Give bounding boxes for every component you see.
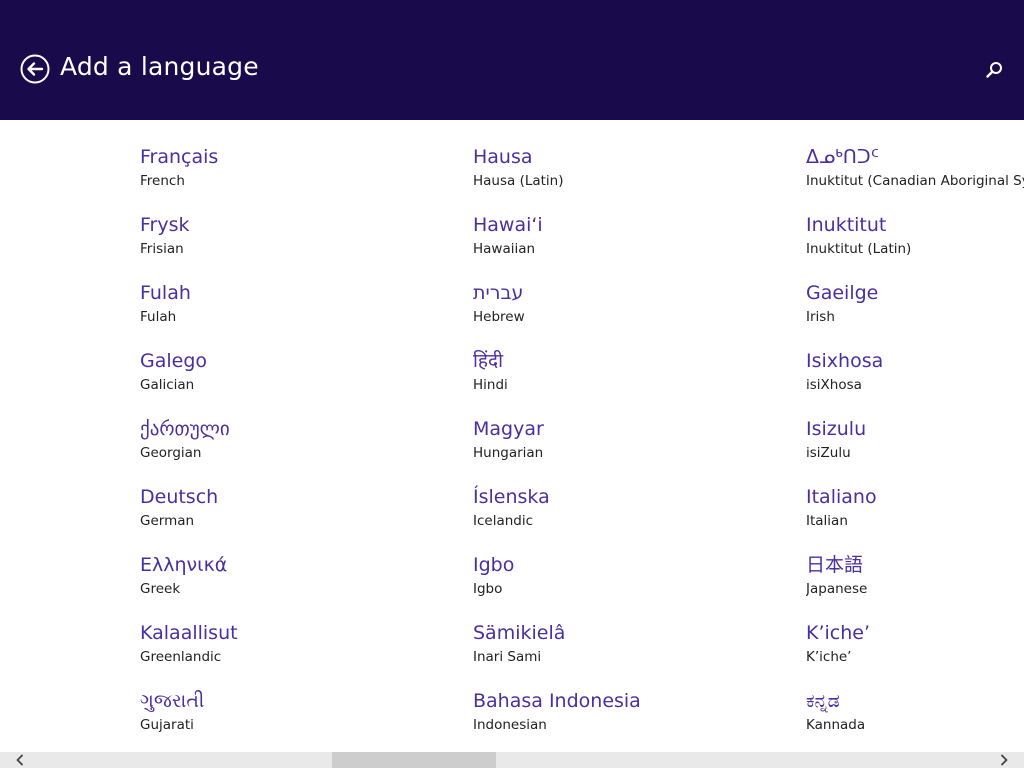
language-english-name: Igbo [473, 581, 503, 597]
language-native-name: Ελληνικά [140, 554, 228, 576]
language-tile[interactable]: हिंदी Hindi [473, 349, 793, 417]
language-english-name: Frisian [140, 241, 184, 257]
language-english-name: Japanese [806, 581, 868, 597]
language-native-name: Kalaallisut [140, 622, 238, 644]
scroll-left-button[interactable] [10, 752, 30, 768]
back-arrow-icon [20, 54, 50, 84]
chevron-left-icon [16, 754, 23, 766]
search-icon [986, 62, 1002, 78]
language-tile[interactable]: Magyar Hungarian [473, 417, 793, 485]
language-tile[interactable]: Inuktitut Inuktitut (Latin) [806, 213, 1024, 281]
language-native-name: Íslenska [473, 486, 550, 508]
language-native-name: Hausa [473, 146, 533, 168]
language-native-name: Isizulu [806, 418, 867, 440]
language-tile[interactable]: Hausa Hausa (Latin) [473, 145, 793, 213]
language-tile[interactable]: ქართული Georgian [140, 417, 460, 485]
language-tile[interactable]: Isixhosa isiXhosa [806, 349, 1024, 417]
app-header: Add a language [0, 0, 1024, 120]
language-tile[interactable]: Galego Galician [140, 349, 460, 417]
language-native-name: Sämikielâ [473, 622, 566, 644]
language-tile[interactable]: עברית Hebrew [473, 281, 793, 349]
page-title: Add a language [60, 52, 259, 81]
language-native-name: Français [140, 146, 219, 168]
language-tile[interactable]: Hawaiʻi Hawaiian [473, 213, 793, 281]
language-tile[interactable]: Français French [140, 145, 460, 213]
language-english-name: Irish [806, 309, 835, 325]
language-english-name: Hausa (Latin) [473, 173, 564, 189]
language-native-name: हिंदी [473, 350, 504, 372]
scroll-right-button[interactable] [994, 752, 1014, 768]
language-tile[interactable]: ગુજરાતી Gujarati [140, 689, 460, 752]
language-native-name: ગુજરાતી [140, 690, 205, 712]
language-tile[interactable]: Íslenska Icelandic [473, 485, 793, 553]
language-english-name: Galician [140, 377, 195, 393]
language-tile[interactable]: Frysk Frisian [140, 213, 460, 281]
language-tile[interactable]: K’iche’ K’iche’ [806, 621, 1024, 689]
language-tile[interactable]: Italiano Italian [806, 485, 1024, 553]
language-english-name: Inari Sami [473, 649, 542, 665]
language-english-name: K’iche’ [806, 649, 852, 665]
language-column: ᐃᓄᒃᑎᑐᑦ Inuktitut (Canadian Aboriginal Sy… [806, 145, 1024, 752]
language-english-name: Greenlandic [140, 649, 222, 665]
language-english-name: Hungarian [473, 445, 544, 461]
language-tile[interactable]: ᐃᓄᒃᑎᑐᑦ Inuktitut (Canadian Aboriginal Sy… [806, 145, 1024, 213]
language-english-name: Gujarati [140, 717, 194, 733]
language-native-name: 日本語 [806, 554, 864, 576]
language-english-name: French [140, 173, 185, 189]
search-button[interactable] [984, 60, 1004, 80]
language-english-name: Georgian [140, 445, 202, 461]
language-native-name: Italiano [806, 486, 877, 508]
language-tile[interactable]: 日本語 Japanese [806, 553, 1024, 621]
language-english-name: German [140, 513, 195, 529]
language-english-name: Hindi [473, 377, 508, 393]
language-column: Hausa Hausa (Latin) Hawaiʻi Hawaiian עבר… [473, 145, 793, 752]
language-native-name: Magyar [473, 418, 544, 440]
language-grid: Français French Frysk Frisian Fulah Fula… [0, 120, 1024, 752]
language-english-name: Inuktitut (Canadian Aboriginal Sylla [806, 173, 1024, 189]
language-native-name: Igbo [473, 554, 515, 576]
language-tile[interactable]: Ελληνικά Greek [140, 553, 460, 621]
language-tile[interactable]: Igbo Igbo [473, 553, 793, 621]
language-tile[interactable]: ಕನ್ನಡ Kannada [806, 689, 1024, 752]
language-tile[interactable]: Isizulu isiZulu [806, 417, 1024, 485]
language-english-name: Greek [140, 581, 181, 597]
language-native-name: Isixhosa [806, 350, 884, 372]
language-english-name: Indonesian [473, 717, 547, 733]
language-english-name: Italian [806, 513, 848, 529]
language-english-name: Icelandic [473, 513, 534, 529]
language-english-name: Hawaiian [473, 241, 536, 257]
language-tile[interactable]: Gaeilge Irish [806, 281, 1024, 349]
language-english-name: Kannada [806, 717, 866, 733]
language-native-name: Bahasa Indonesia [473, 690, 641, 712]
language-tile[interactable]: Deutsch German [140, 485, 460, 553]
horizontal-scrollbar[interactable] [0, 752, 1024, 768]
chevron-right-icon [1001, 754, 1008, 766]
language-native-name: K’iche’ [806, 622, 870, 644]
language-native-name: ಕನ್ನಡ [806, 690, 840, 712]
language-tile[interactable]: Kalaallisut Greenlandic [140, 621, 460, 689]
back-button[interactable] [20, 54, 50, 84]
language-native-name: ქართული [140, 418, 230, 440]
language-native-name: עברית [473, 282, 524, 304]
language-english-name: Hebrew [473, 309, 525, 325]
language-tile[interactable]: Bahasa Indonesia Indonesian [473, 689, 793, 752]
language-english-name: isiXhosa [806, 377, 862, 393]
language-english-name: isiZulu [806, 445, 851, 461]
language-tile[interactable]: Fulah Fulah [140, 281, 460, 349]
language-native-name: ᐃᓄᒃᑎᑐᑦ [806, 146, 879, 168]
language-native-name: Frysk [140, 214, 190, 236]
language-native-name: Hawaiʻi [473, 214, 543, 236]
language-tile[interactable]: Sämikielâ Inari Sami [473, 621, 793, 689]
scrollbar-thumb[interactable] [332, 752, 496, 768]
language-native-name: Deutsch [140, 486, 219, 508]
language-native-name: Inuktitut [806, 214, 887, 236]
language-column: Français French Frysk Frisian Fulah Fula… [140, 145, 460, 752]
language-english-name: Fulah [140, 309, 177, 325]
language-english-name: Inuktitut (Latin) [806, 241, 912, 257]
language-native-name: Gaeilge [806, 282, 879, 304]
language-native-name: Galego [140, 350, 208, 372]
language-native-name: Fulah [140, 282, 191, 304]
